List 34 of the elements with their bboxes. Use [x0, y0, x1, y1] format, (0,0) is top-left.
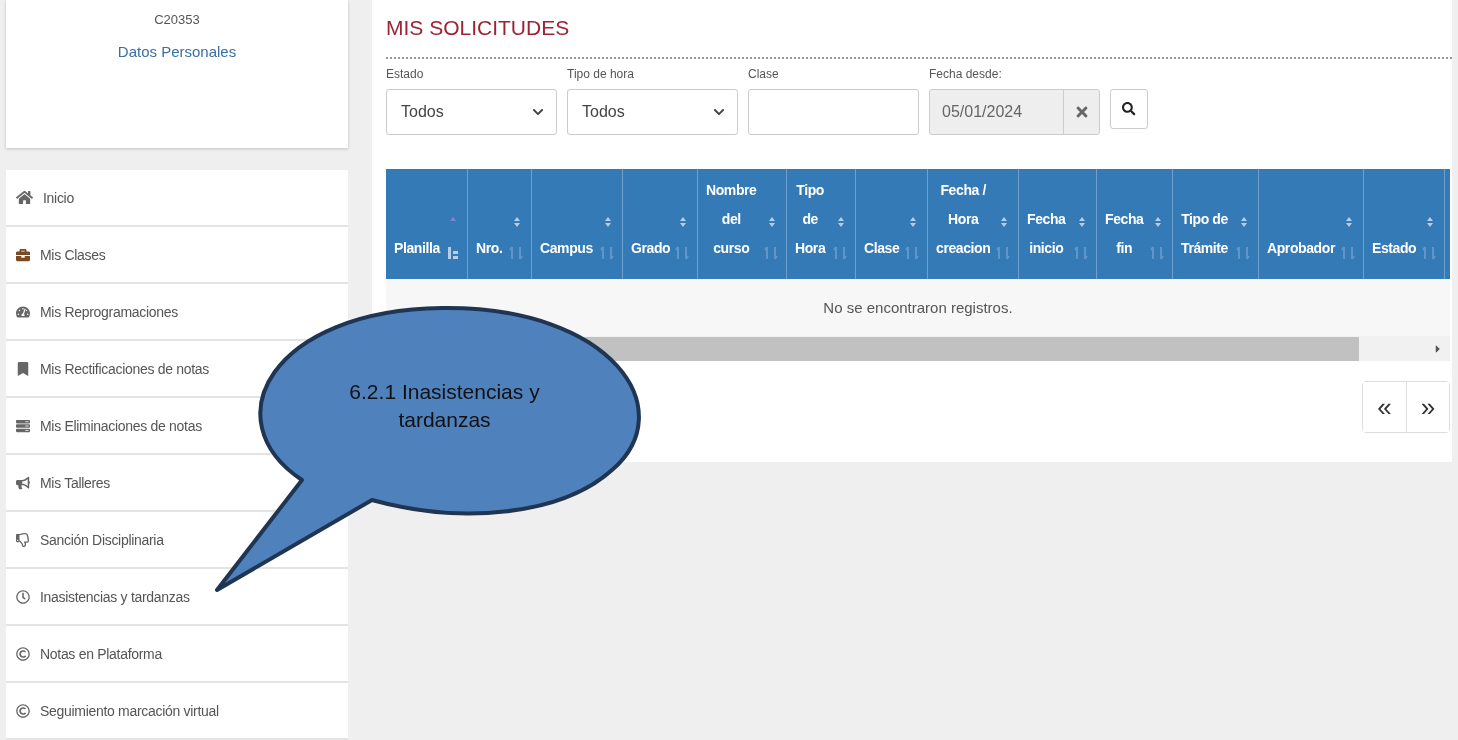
menu-item[interactable]: Mis Reprogramaciones [6, 284, 348, 341]
user-code: C20353 [154, 12, 200, 27]
field-label: Clase [748, 67, 780, 81]
page-title: MIS SOLICITUDES [386, 16, 571, 40]
thumbs-down-icon [16, 532, 30, 547]
gauge-icon [16, 304, 30, 319]
home-icon [16, 189, 33, 206]
select-field[interactable]: Todos [567, 89, 738, 135]
briefcase-icon [16, 247, 30, 262]
date-field[interactable]: 05/01/2024 [929, 89, 1100, 135]
bookmark-icon [16, 361, 30, 376]
menu-item[interactable]: Notas en Plataforma [6, 626, 348, 683]
field-label: Estado [386, 67, 425, 81]
search-button[interactable] [1110, 89, 1148, 129]
menu-item[interactable]: Seguimiento marcación virtual [6, 683, 348, 740]
megaphone-icon [16, 475, 30, 490]
select-field[interactable]: Todos [386, 89, 557, 135]
copyright-icon [16, 703, 30, 718]
chevron-down-icon [713, 106, 725, 118]
menu-item[interactable]: Inasistencias y tardanzas [6, 569, 348, 626]
clock-icon [16, 589, 30, 604]
menu-item[interactable]: Mis Clases [6, 227, 348, 284]
input-field[interactable] [748, 89, 919, 135]
copyright-icon [16, 646, 30, 661]
chevron-down-icon [532, 106, 544, 118]
empty-message: No se encontraron registros. [823, 299, 1013, 316]
callout-text: 6.2.1 Inasistencias y tardanzas [348, 379, 541, 433]
next-page-button[interactable]: » [1406, 382, 1449, 432]
personal-data-link[interactable]: Datos Personales [117, 43, 237, 60]
search-icon [1122, 102, 1136, 116]
menu-item[interactable]: Inicio [6, 170, 348, 227]
field-label: Tipo de hora [567, 67, 635, 81]
server-icon [16, 418, 30, 433]
field-label: Fecha desde: [929, 67, 1003, 81]
